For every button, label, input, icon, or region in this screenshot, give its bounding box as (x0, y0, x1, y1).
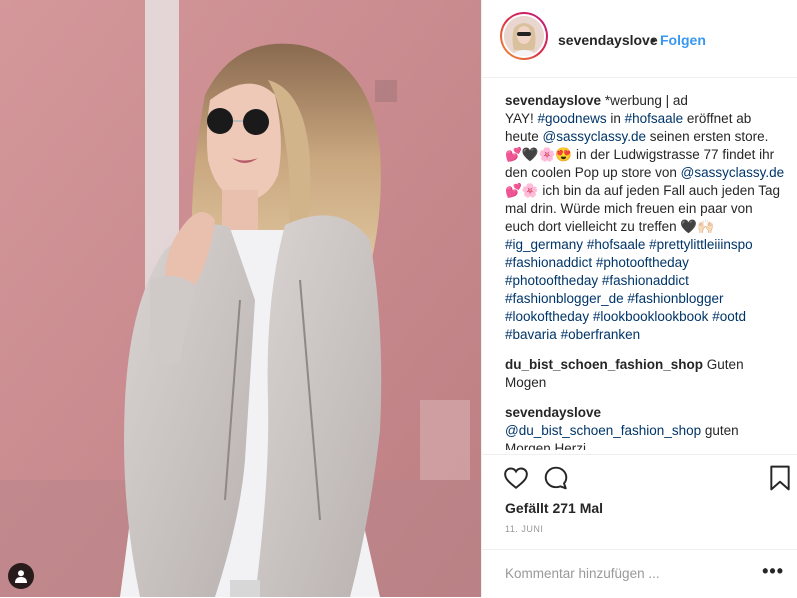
save-button[interactable] (769, 465, 791, 491)
hashtag-link[interactable]: #lookbooklookbook (593, 309, 709, 324)
hashtag-link[interactable]: #fashionaddict (505, 255, 592, 270)
post-side-panel: sevendayslove • Folgen sevendayslove *we… (481, 0, 797, 597)
mention-link[interactable]: @sassyclassy.de (543, 129, 647, 144)
hashtag-link[interactable]: #prettylittleiiinspo (649, 237, 753, 252)
post-date[interactable]: 11. JUNI (505, 524, 543, 534)
hashtag-link[interactable]: #photooftheday (596, 255, 689, 270)
mention-link[interactable]: @du_bist_schoen_fashion_shop (505, 423, 701, 438)
comments-list[interactable]: sevendayslove *werbung | ad YAY! #goodnew… (505, 92, 785, 450)
avatar[interactable] (500, 12, 548, 60)
more-options-icon[interactable]: ••• (762, 562, 784, 580)
comment-username[interactable]: sevendayslove (505, 405, 601, 420)
mention-link[interactable]: @sassyclassy.de (681, 165, 785, 180)
likes-count[interactable]: Gefällt 271 Mal (505, 500, 603, 516)
add-comment-bar: ••• (482, 549, 797, 598)
comment: sevendayslove @du_bist_schoen_fashion_sh… (505, 404, 785, 450)
tag-people-button[interactable] (8, 563, 34, 589)
hashtag-link[interactable]: #lookoftheday (505, 309, 589, 324)
comment-username[interactable]: du_bist_schoen_fashion_shop (505, 357, 703, 372)
follow-button[interactable]: Folgen (660, 32, 706, 48)
comment-input[interactable] (505, 566, 735, 581)
caption-username[interactable]: sevendayslove (505, 93, 601, 108)
caption: sevendayslove *werbung | ad YAY! #goodnew… (505, 93, 785, 342)
hashtag-link[interactable]: #hofsaale (625, 111, 684, 126)
header-username[interactable]: sevendayslove (558, 32, 658, 48)
bookmark-outline-icon (770, 465, 790, 491)
hashtag-link[interactable]: #fashionaddict (602, 273, 689, 288)
post-header: sevendayslove • Folgen (482, 0, 797, 78)
hashtag-link[interactable]: #photooftheday (505, 273, 598, 288)
person-tag-icon (15, 570, 27, 583)
action-bar (482, 454, 797, 499)
comment-button[interactable] (543, 465, 569, 491)
hashtag-link[interactable]: #ootd (712, 309, 746, 324)
speech-bubble-icon (544, 466, 568, 490)
comment: du_bist_schoen_fashion_shop Guten Mogen (505, 356, 785, 392)
hashtag-link[interactable]: #ig_germany (505, 237, 583, 252)
hashtag-link[interactable]: #oberfranken (561, 327, 641, 342)
post-photo[interactable] (0, 0, 481, 597)
woman-in-jacket-photo (0, 0, 481, 597)
header-separator: • (651, 32, 656, 48)
hashtag-link[interactable]: #goodnews (538, 111, 607, 126)
heart-outline-icon (504, 467, 528, 489)
hashtag-link[interactable]: #fashionblogger_de (505, 291, 624, 306)
profile-photo (504, 16, 544, 56)
like-button[interactable] (503, 465, 529, 491)
hashtag-link[interactable]: #fashionblogger (627, 291, 723, 306)
hashtag-link[interactable]: #bavaria (505, 327, 557, 342)
caption-text: *werbung | ad (601, 93, 688, 108)
hashtag-link[interactable]: #hofsaale (587, 237, 646, 252)
